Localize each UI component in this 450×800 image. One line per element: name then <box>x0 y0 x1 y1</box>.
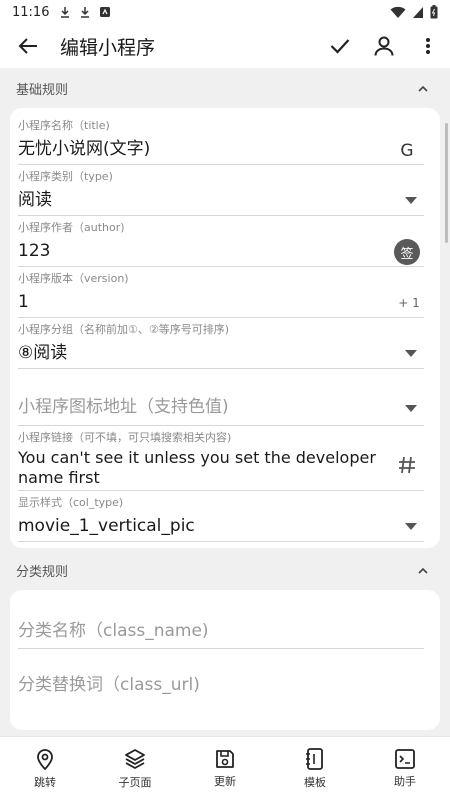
col-type-field[interactable]: 显示样式（col_type) movie_1_vertical_pic <box>18 495 432 542</box>
link-hash-button[interactable] <box>396 454 418 476</box>
nav-jump-button[interactable]: 跳转 <box>0 737 90 800</box>
nav-assistant-button[interactable]: 助手 <box>360 737 450 800</box>
save-icon <box>216 749 234 768</box>
nav-assistant-label: 助手 <box>394 774 416 788</box>
group-field[interactable]: 小程序分组（名称前加①、②等序号可排序) ⑧阅读 <box>18 322 432 369</box>
col-type-field-value[interactable]: movie_1_vertical_pic <box>18 511 432 541</box>
status-time: 11:16 <box>12 4 50 20</box>
confirm-button[interactable] <box>318 24 362 68</box>
location-pin-icon <box>37 748 53 770</box>
nav-subpage-button[interactable]: 子页面 <box>90 737 180 800</box>
battery-icon <box>430 5 438 19</box>
nav-update-label: 更新 <box>214 774 236 788</box>
person-icon <box>374 36 394 56</box>
icon-url-spacer <box>18 373 432 389</box>
title-field[interactable]: 小程序名称（title) 无忧小说网(文字) G <box>18 118 432 165</box>
profile-button[interactable] <box>362 24 406 68</box>
link-field-label: 小程序链接（可不填，可只填搜索相关内容) <box>18 431 232 444</box>
hash-icon <box>399 456 415 474</box>
terminal-icon <box>395 748 415 769</box>
section-header-basic[interactable]: 基础规则 <box>0 68 450 108</box>
col-type-field-label: 显示样式（col_type) <box>18 496 124 509</box>
back-button[interactable] <box>8 24 48 68</box>
layers-icon <box>125 748 145 769</box>
app-notification-icon <box>100 7 111 17</box>
group-dropdown-button[interactable] <box>404 348 418 358</box>
divider <box>18 490 424 491</box>
form-scroll-area[interactable]: 基础规则 小程序名称（title) 无忧小说网(文字) G 小程序类别（type… <box>0 68 450 736</box>
section-header-class[interactable]: 分类规则 <box>0 550 450 590</box>
author-field-value[interactable]: 123 <box>18 236 432 266</box>
icon-url-field[interactable]: 小程序图标地址（支持色值) <box>18 373 432 426</box>
type-field-value[interactable]: 阅读 <box>18 185 432 215</box>
section-title-basic: 基础规则 <box>16 82 69 98</box>
nav-template-label: 模板 <box>304 775 326 789</box>
check-icon <box>330 39 350 54</box>
divider <box>18 368 424 369</box>
basic-rules-card: 小程序名称（title) 无忧小说网(文字) G 小程序类别（type) 阅读 … <box>10 108 440 548</box>
wifi-icon <box>390 6 406 18</box>
nav-jump-label: 跳转 <box>34 775 56 789</box>
version-increment-button[interactable]: + 1 <box>394 293 424 313</box>
nav-template-button[interactable]: 模板 <box>270 737 360 800</box>
link-field-value-line1[interactable]: You can't see it unless you set the deve… <box>18 446 432 468</box>
type-field-label: 小程序类别（type) <box>18 170 113 183</box>
translate-g-button[interactable]: G <box>396 140 418 162</box>
dropdown-arrow-icon <box>405 522 417 530</box>
icon-url-input[interactable]: 小程序图标地址（支持色值) <box>18 389 432 425</box>
link-field[interactable]: 小程序链接（可不填，可只填搜索相关内容) You can't see it un… <box>18 430 432 491</box>
group-field-label: 小程序分组（名称前加①、②等序号可排序) <box>18 323 230 336</box>
divider <box>18 164 424 165</box>
arrow-back-icon <box>18 38 37 54</box>
download-icon <box>61 7 70 18</box>
nav-subpage-label: 子页面 <box>118 775 152 789</box>
author-field[interactable]: 小程序作者（author) 123 签 <box>18 220 432 267</box>
divider <box>18 215 424 216</box>
divider <box>18 541 424 542</box>
bottom-toolbar: 跳转 子页面 更新 模板 助手 <box>0 736 450 800</box>
chevron-up-icon <box>418 85 428 92</box>
more-vert-icon <box>426 38 430 54</box>
status-bar: 11:16 <box>0 0 450 24</box>
page-title: 编辑小程序 <box>60 36 156 59</box>
section-title-class: 分类规则 <box>16 564 69 580</box>
divider <box>18 425 424 426</box>
sign-button[interactable]: 签 <box>394 239 420 265</box>
class-rules-card: 分类名称（class_name) 分类替换词（class_url) <box>10 590 440 730</box>
class-url-input[interactable]: 分类替换词（class_url) <box>18 649 432 699</box>
icon-url-dropdown-button[interactable] <box>404 403 418 413</box>
version-field-value[interactable]: 1 <box>18 287 432 317</box>
dropdown-arrow-icon <box>405 349 417 357</box>
download-icon <box>81 7 90 18</box>
status-notification-icons <box>59 6 111 18</box>
divider <box>18 317 424 318</box>
more-menu-button[interactable] <box>406 24 450 68</box>
type-dropdown-button[interactable] <box>404 195 418 205</box>
chevron-up-icon <box>418 567 428 574</box>
type-field[interactable]: 小程序类别（type) 阅读 <box>18 169 432 216</box>
template-icon <box>306 747 323 770</box>
group-field-value[interactable]: ⑧阅读 <box>18 338 432 368</box>
dropdown-arrow-icon <box>405 196 417 204</box>
signal-icon <box>413 6 423 18</box>
title-field-value[interactable]: 无忧小说网(文字) <box>18 134 432 164</box>
class-name-input[interactable]: 分类名称（class_name) <box>18 602 432 648</box>
nav-update-button[interactable]: 更新 <box>180 737 270 800</box>
divider <box>18 266 424 267</box>
col-type-dropdown-button[interactable] <box>404 521 418 531</box>
author-field-label: 小程序作者（author) <box>18 221 125 234</box>
link-field-value-line2[interactable]: name first <box>18 468 432 490</box>
scrollbar-thumb[interactable] <box>445 123 448 243</box>
dropdown-arrow-icon <box>405 404 417 412</box>
title-field-label: 小程序名称（title) <box>18 119 110 132</box>
app-bar: 编辑小程序 <box>0 24 450 68</box>
class-url-field[interactable]: 分类替换词（class_url) <box>18 649 432 699</box>
class-name-field[interactable]: 分类名称（class_name) <box>18 602 432 649</box>
version-field-label: 小程序版本（version) <box>18 272 129 285</box>
version-field[interactable]: 小程序版本（version) 1 + 1 <box>18 271 432 318</box>
